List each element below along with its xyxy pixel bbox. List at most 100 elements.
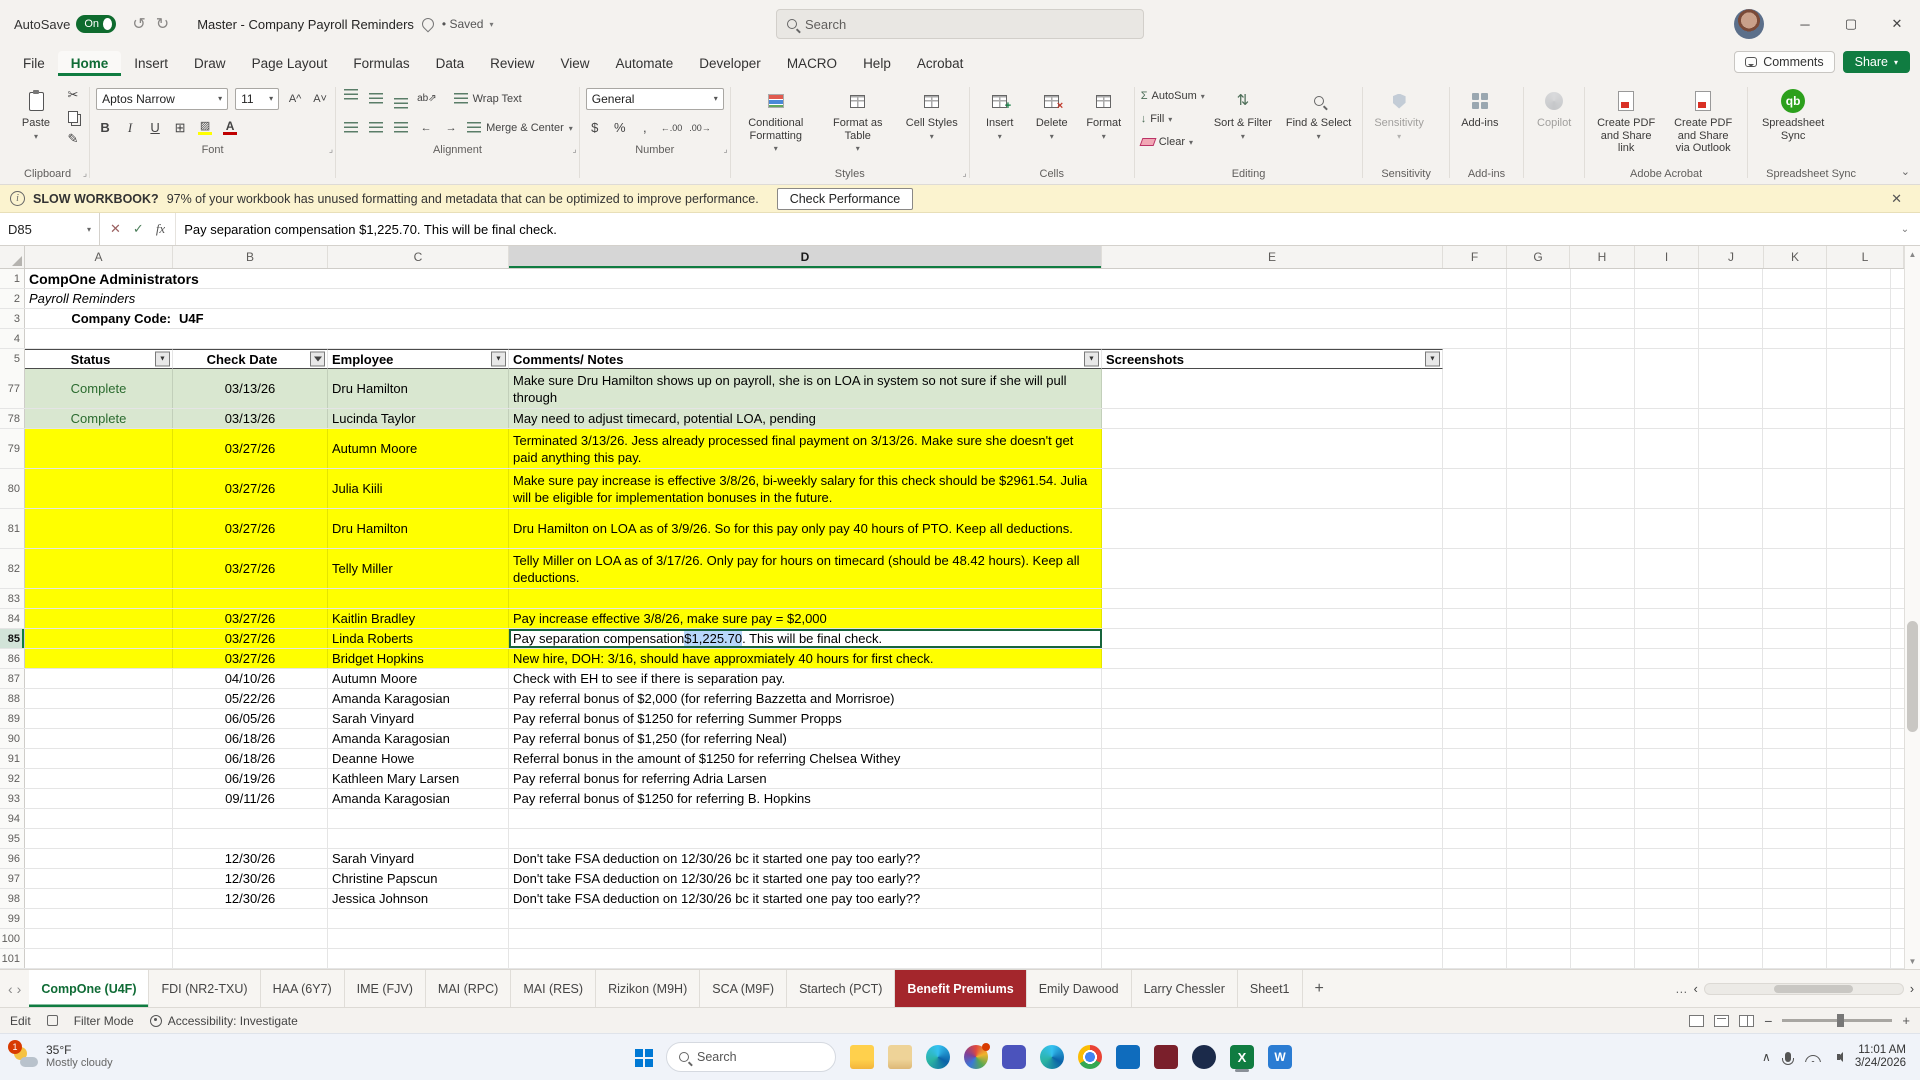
row-number-90[interactable]: 90	[0, 729, 25, 748]
cell-screenshots-99[interactable]	[1102, 909, 1443, 928]
cell-screenshots-86[interactable]	[1102, 649, 1443, 668]
cell-status-90[interactable]	[25, 729, 173, 748]
row-number-87[interactable]: 87	[0, 669, 25, 688]
cell-status-86[interactable]	[25, 649, 173, 668]
cell-status-93[interactable]	[25, 789, 173, 808]
cell-date-90[interactable]: 06/18/26	[173, 729, 328, 748]
weather-widget[interactable]: 1 35°F Mostly cloudy	[0, 1040, 127, 1070]
bold-button[interactable]: B	[96, 118, 114, 138]
italic-button[interactable]: I	[121, 118, 139, 138]
row-number-3[interactable]: 3	[0, 309, 25, 328]
cell-date-83[interactable]	[173, 589, 328, 608]
zoom-out-icon[interactable]: −	[1764, 1013, 1772, 1029]
shrink-font-button[interactable]: A˅	[311, 89, 329, 109]
font-name-combo[interactable]: Aptos Narrow ▾	[96, 87, 229, 110]
find-select-button[interactable]: Find & Select ▾	[1281, 83, 1356, 161]
column-header-E[interactable]: E	[1102, 246, 1443, 268]
sheet-tab-mai-res[interactable]: MAI (RES)	[511, 970, 597, 1007]
autosum-button[interactable]: Σ AutoSum ▾	[1141, 86, 1205, 106]
table-header-status[interactable]: Status ▼	[25, 349, 173, 369]
hscroll-right-icon[interactable]: ›	[1910, 982, 1914, 996]
column-header-D[interactable]: D	[509, 246, 1102, 268]
cell-notes-81[interactable]: Dru Hamilton on LOA as of 3/9/26. So for…	[509, 509, 1102, 548]
column-header-A[interactable]: A	[25, 246, 173, 268]
cell-screenshots-95[interactable]	[1102, 829, 1443, 848]
cell-notes-80[interactable]: Make sure pay increase is effective 3/8/…	[509, 469, 1102, 508]
sheet-tab-mai-rpc[interactable]: MAI (RPC)	[426, 970, 512, 1007]
taskbar-app-outlook[interactable]	[1112, 1041, 1144, 1073]
filter-button-screenshots[interactable]: ▼	[1425, 351, 1440, 367]
scrollbar-thumb[interactable]	[1907, 621, 1918, 732]
increase-decimal-button[interactable]: ←.00	[661, 118, 683, 138]
ribbon-tab-draw[interactable]: Draw	[181, 51, 239, 76]
table-header-date[interactable]: Check Date	[173, 349, 328, 369]
column-header-L[interactable]: L	[1827, 246, 1904, 268]
cell-status-78[interactable]: Complete	[25, 409, 173, 428]
sheet-tab-rizikon-m9h[interactable]: Rizikon (M9H)	[596, 970, 701, 1007]
cell-status-79[interactable]	[25, 429, 173, 468]
taskbar-app-word[interactable]	[1264, 1041, 1296, 1073]
ribbon-tab-developer[interactable]: Developer	[686, 51, 774, 76]
cell-employee-94[interactable]	[328, 809, 509, 828]
cell-employee-96[interactable]: Sarah Vinyard	[328, 849, 509, 868]
column-header-J[interactable]: J	[1699, 246, 1764, 268]
check-performance-button[interactable]: Check Performance	[776, 187, 914, 210]
sheet-nav-right-icon[interactable]: ›	[17, 981, 22, 997]
filter-button-status[interactable]: ▼	[155, 351, 170, 367]
minimize-button[interactable]: ─	[1782, 0, 1828, 48]
insert-function-icon[interactable]: fx	[156, 221, 165, 237]
row-number-83[interactable]: 83	[0, 589, 25, 608]
sheet-tab-sheet1[interactable]: Sheet1	[1238, 970, 1303, 1007]
orientation-button[interactable]: ab⇗	[417, 89, 437, 109]
align-middle-button[interactable]	[367, 89, 385, 109]
cell-date-77[interactable]: 03/13/26	[173, 369, 328, 408]
cell-employee-98[interactable]: Jessica Johnson	[328, 889, 509, 908]
taskbar-app-teams[interactable]	[998, 1041, 1030, 1073]
cell-notes-84[interactable]: Pay increase effective 3/8/26, make sure…	[509, 609, 1102, 628]
cell-employee-81[interactable]: Dru Hamilton	[328, 509, 509, 548]
create-pdf-outlook-button[interactable]: Create PDF and Share via Outlook	[1665, 83, 1741, 161]
filter-button-notes[interactable]: ▼	[1084, 351, 1099, 367]
cell-screenshots-83[interactable]	[1102, 589, 1443, 608]
row-number-95[interactable]: 95	[0, 829, 25, 848]
cell-employee-79[interactable]: Autumn Moore	[328, 429, 509, 468]
cell-notes-97[interactable]: Don't take FSA deduction on 12/30/26 bc …	[509, 869, 1102, 888]
cell-date-99[interactable]	[173, 909, 328, 928]
cell-screenshots-80[interactable]	[1102, 469, 1443, 508]
cell-date-101[interactable]	[173, 949, 328, 968]
zoom-slider[interactable]	[1782, 1014, 1893, 1027]
column-header-K[interactable]: K	[1764, 246, 1827, 268]
taskbar-app-dark[interactable]	[1188, 1041, 1220, 1073]
taskbar-app-photos[interactable]	[960, 1041, 992, 1073]
align-top-button[interactable]	[342, 88, 360, 109]
fill-button[interactable]: ↓ Fill ▾	[1141, 109, 1205, 129]
tray-expand-icon[interactable]: ∧	[1762, 1050, 1771, 1064]
cell-date-89[interactable]: 06/05/26	[173, 709, 328, 728]
cell-notes-91[interactable]: Referral bonus in the amount of $1250 fo…	[509, 749, 1102, 768]
cell-notes-77[interactable]: Make sure Dru Hamilton shows up on payro…	[509, 369, 1102, 408]
cell-notes-99[interactable]	[509, 909, 1102, 928]
save-status[interactable]: • Saved ▾	[442, 17, 494, 31]
ribbon-tab-formulas[interactable]: Formulas	[340, 51, 422, 76]
wrap-text-button[interactable]: Wrap Text	[453, 89, 522, 109]
cell-employee-77[interactable]: Dru Hamilton	[328, 369, 509, 408]
undo-icon[interactable]: ↺	[132, 14, 145, 34]
cell-date-96[interactable]: 12/30/26	[173, 849, 328, 868]
page-break-view-icon[interactable]	[1739, 1014, 1755, 1027]
cell-status-101[interactable]	[25, 949, 173, 968]
percent-button[interactable]: %	[611, 118, 629, 138]
cell-notes-96[interactable]: Don't take FSA deduction on 12/30/26 bc …	[509, 849, 1102, 868]
cell-employee-93[interactable]: Amanda Karagosian	[328, 789, 509, 808]
cell-status-84[interactable]	[25, 609, 173, 628]
row-number-98[interactable]: 98	[0, 889, 25, 908]
cell-notes-87[interactable]: Check with EH to see if there is separat…	[509, 669, 1102, 688]
table-header-employee[interactable]: Employee ▼	[328, 349, 509, 369]
normal-view-icon[interactable]	[1689, 1014, 1705, 1027]
cut-button[interactable]: ✂	[64, 85, 82, 105]
row-number-97[interactable]: 97	[0, 869, 25, 888]
enter-icon[interactable]: ✓	[133, 221, 144, 237]
sensitivity-button[interactable]: Sensitivity ▾	[1369, 83, 1429, 161]
expand-formula-bar-icon[interactable]: ⌄	[1890, 213, 1920, 245]
sort-filter-button[interactable]: ⇅ Sort & Filter ▾	[1209, 83, 1277, 161]
cell-date-98[interactable]: 12/30/26	[173, 889, 328, 908]
